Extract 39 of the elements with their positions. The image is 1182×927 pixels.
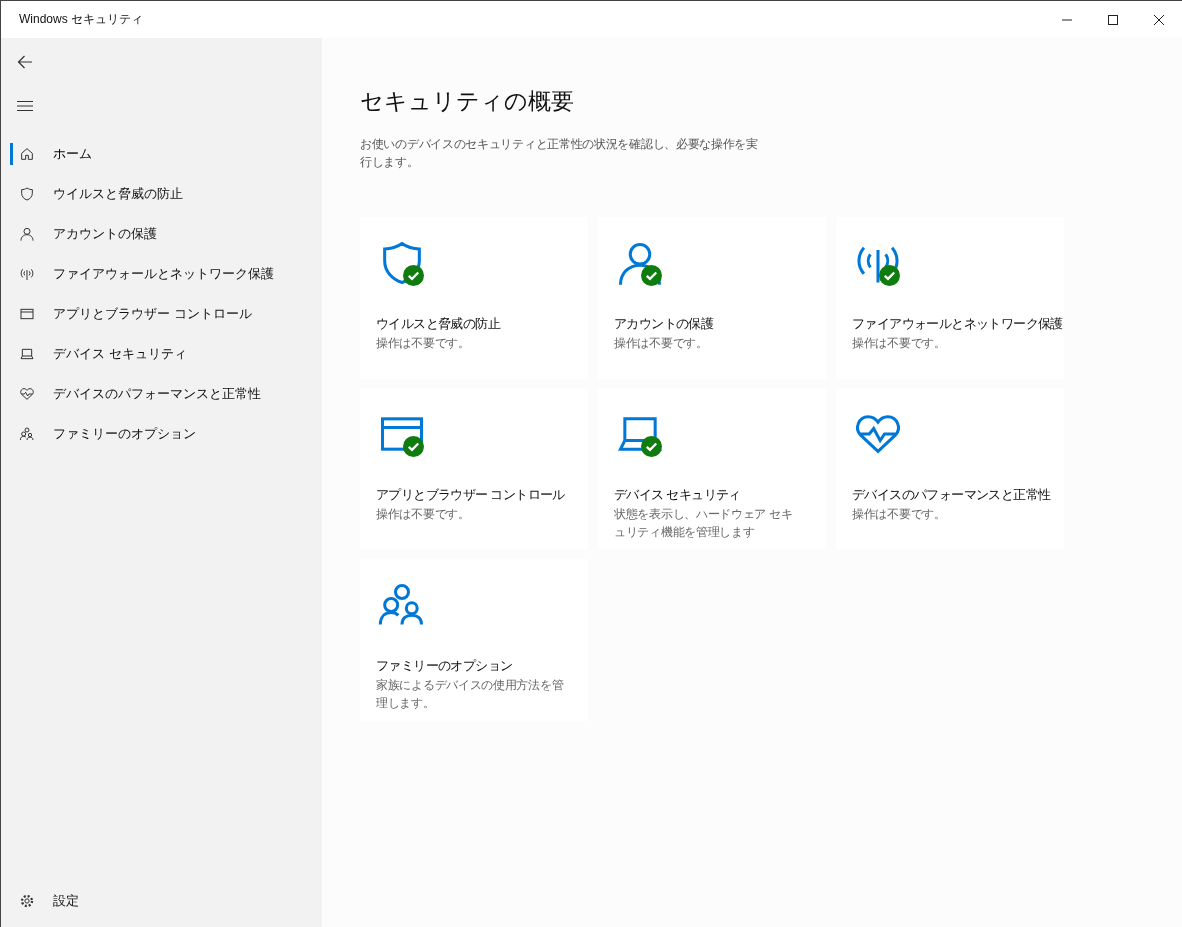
tile-status: 操作は不要です。 [376, 336, 470, 351]
settings-item[interactable]: 設定 [1, 881, 322, 921]
sidebar-item[interactable]: デバイスのパフォーマンスと正常性 [1, 374, 322, 414]
tile-status: 家族によるデバイスの使用方法を管理します。 [376, 678, 565, 711]
back-arrow-icon [17, 54, 33, 70]
tile-title: ファミリーのオプション [376, 658, 513, 675]
maximize-icon [1108, 14, 1118, 25]
page-title: セキュリティの概要 [360, 87, 575, 116]
browser-window-icon [19, 306, 35, 322]
sidebar-item[interactable]: デバイス セキュリティ [1, 334, 322, 374]
shield-icon [19, 186, 35, 202]
sidebar-item[interactable]: アカウントの保護 [1, 214, 322, 254]
tile-title: ファイアウォールとネットワーク保護 [852, 316, 1063, 333]
page-description: お使いのデバイスのセキュリティと正常性の状況を確認し、必要な操作を実行します。 [360, 136, 759, 171]
close-icon [1154, 14, 1164, 25]
tile-title: アカウントの保護 [614, 316, 714, 333]
sidebar-item[interactable]: ウイルスと脅威の防止 [1, 174, 322, 214]
sidebar-item[interactable]: ファイアウォールとネットワーク保護 [1, 254, 322, 294]
home-icon [19, 146, 35, 162]
tile-status: 操作は不要です。 [614, 336, 708, 351]
sidebar-item[interactable]: ホーム [1, 134, 322, 174]
tile-status: 操作は不要です。 [376, 507, 470, 522]
tile-status: 操作は不要です。 [852, 507, 946, 522]
heart-pulse-icon [19, 386, 35, 402]
tile-status: 操作は不要です。 [852, 336, 946, 351]
tile-title: アプリとブラウザー コントロール [376, 487, 565, 504]
tile-title: ウイルスと脅威の防止 [376, 316, 500, 333]
tile-title: デバイスのパフォーマンスと正常性 [852, 487, 1051, 504]
sidebar-item[interactable]: ファミリーのオプション [1, 414, 322, 454]
settings-icon [19, 893, 35, 909]
tile-title: デバイス セキュリティ [614, 487, 741, 504]
people-icon [19, 426, 35, 442]
tile-status: 状態を表示し、ハードウェア セキュリティ機能を管理します [614, 507, 794, 540]
antenna-icon [19, 266, 35, 282]
person-icon [19, 226, 35, 242]
menu-icon [17, 98, 33, 114]
window-title: Windows セキュリティ [18, 11, 143, 28]
sidebar-item[interactable]: アプリとブラウザー コントロール [1, 294, 322, 334]
laptop-icon [19, 346, 35, 362]
